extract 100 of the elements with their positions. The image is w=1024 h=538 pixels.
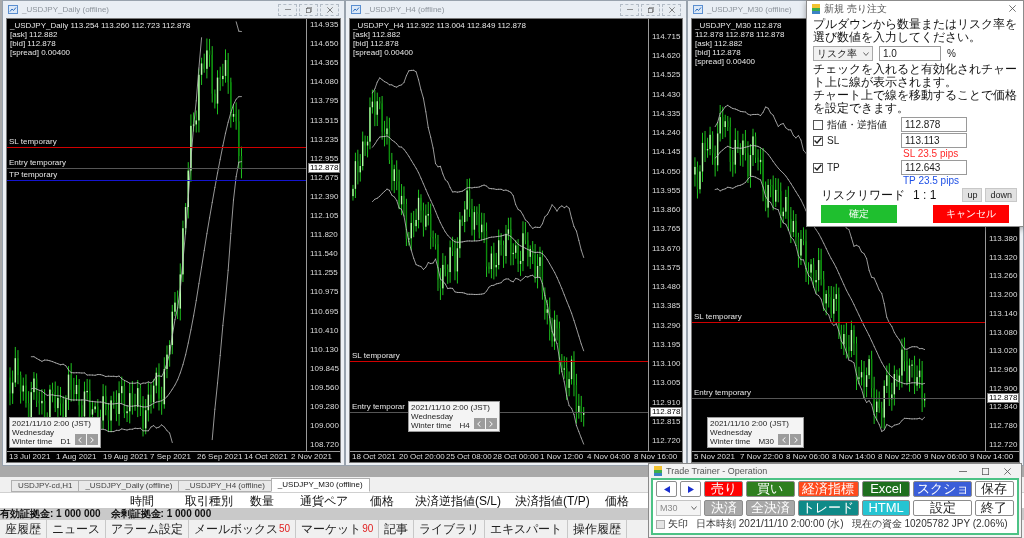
action-button[interactable]: 設定	[913, 500, 972, 516]
app-icon	[812, 3, 820, 14]
instruction-text: プルダウンから数量またはリスク率を選び数値を入力してください。	[813, 18, 1017, 44]
time-axis-label: 8 Nov 22:00	[878, 453, 922, 461]
chart-window-icon	[351, 5, 361, 14]
quote-text: [bid] 112.878	[695, 49, 742, 57]
chart-tab[interactable]: _USDJPY_Daily (offline)	[78, 480, 180, 492]
risk-mode-dropdown[interactable]: リスク率	[813, 46, 873, 61]
action-button[interactable]: 買い	[746, 481, 795, 497]
price-axis-label: 112.910	[652, 398, 681, 407]
close-button[interactable]	[1003, 467, 1011, 475]
checkbox-label: 矢印	[668, 518, 688, 530]
price-axis-label: 112.390	[310, 192, 339, 201]
time-text: 日本時刻 2021/11/10 2:00:00 (水)	[696, 518, 844, 530]
chart-tab[interactable]: _USDJPY_H4 (offline)	[178, 480, 272, 492]
price-axis-label: 113.005	[652, 379, 681, 388]
column-header: 取引種別	[185, 494, 233, 508]
price-axis-label: 114.430	[652, 90, 681, 99]
action-button[interactable]: スクショ	[913, 481, 972, 497]
cancel-button[interactable]: キャンセル	[933, 205, 1009, 223]
summary-text: 余剰証拠金: 1 000 000	[110, 508, 212, 520]
stop-loss-input[interactable]: 113.113	[901, 133, 967, 148]
close-button[interactable]	[320, 3, 339, 16]
price-axis-label: 113.575	[652, 263, 681, 272]
take-profit-input[interactable]: 112.643	[901, 160, 967, 175]
time-axis-label: 14 Oct 2021	[244, 453, 288, 461]
terminal-tab[interactable]: 記事	[379, 520, 415, 538]
chevron-left-icon	[78, 436, 83, 443]
price-axis-label: 114.365	[310, 59, 339, 68]
price-axis-label: 110.975	[310, 288, 339, 297]
close-icon	[668, 6, 675, 13]
checkbox[interactable]	[813, 135, 823, 146]
close-button[interactable]	[662, 3, 681, 16]
action-button[interactable]: 終了	[975, 500, 1014, 516]
terminal-tab[interactable]: メールボックス50	[189, 520, 297, 538]
time-axis-label: 1 Aug 2021	[56, 453, 97, 461]
terminal-tab[interactable]: マーケット 90	[296, 520, 380, 538]
maximize-icon	[981, 467, 989, 475]
terminal-tab[interactable]: エキスパート	[485, 520, 569, 538]
terminal-tab[interactable]: 座履歴	[0, 520, 47, 538]
column-header: 決済指値(T/P)	[515, 494, 590, 508]
window-title: _USDJPY_H4 (offline)	[365, 4, 445, 15]
price-axis-label: 113.385	[652, 302, 681, 311]
price-axis-label: 112.780	[989, 422, 1018, 430]
app-icon	[654, 466, 662, 476]
action-button[interactable]: トレード	[797, 500, 859, 516]
price-axis-label: 112.105	[310, 212, 339, 220]
risk-reward-value: 1 : 1	[913, 188, 937, 202]
checkbox[interactable]	[813, 119, 823, 130]
time-axis-label: 2 Nov 2021	[291, 453, 332, 461]
caret-icon	[863, 51, 869, 56]
window-title: _USDJPY_M30 (offline)	[707, 4, 792, 15]
unread-count-label: 90	[362, 523, 374, 535]
terminal-tab[interactable]: ニュース	[47, 520, 106, 538]
action-button[interactable]: 売り	[704, 481, 743, 497]
price-axis-label: 112.955	[310, 154, 339, 163]
next-button[interactable]	[680, 481, 701, 497]
risk-reward-label: リスクリワード	[821, 188, 905, 202]
weekday-text: Wednesday	[12, 428, 56, 437]
step-button[interactable]: down	[985, 188, 1017, 202]
minimize-button[interactable]	[278, 3, 297, 16]
timeframe-text: M30	[758, 437, 774, 446]
price-axis-label: 114.335	[652, 109, 681, 118]
limit-price-input[interactable]: 112.878	[901, 117, 967, 132]
amount-input[interactable]: 1.0	[879, 46, 941, 61]
price-axis-label: 113.235	[310, 135, 339, 144]
price-axis-label: 112.720	[989, 440, 1018, 449]
step-button[interactable]: up	[962, 188, 983, 202]
time-axis-label: 18 Oct 2021	[352, 453, 396, 461]
time-axis-label: 25 Oct 08:00	[446, 453, 492, 461]
time-axis-label: 8 Nov 14:00	[832, 453, 876, 461]
unit-text: %	[947, 47, 956, 60]
action-button[interactable]: Excel	[861, 481, 911, 497]
price-axis-label: 113.380	[989, 235, 1018, 243]
price-axis-label: 113.955	[652, 186, 681, 195]
restore-button[interactable]	[299, 3, 318, 16]
price-row-label: 指値・逆指値	[827, 118, 888, 131]
checkbox[interactable]	[813, 162, 823, 173]
terminal-tab[interactable]: アラーム設定	[106, 520, 189, 538]
minimize-button[interactable]	[620, 3, 639, 16]
price-axis-label: 113.670	[652, 244, 681, 253]
quote-text: [spread] 0.00400	[10, 49, 72, 57]
column-header: 数量	[250, 494, 274, 508]
terminal-tab[interactable]: ライブラリ	[414, 520, 486, 538]
close-button[interactable]	[1006, 2, 1018, 15]
price-axis-label: 113.480	[652, 283, 681, 292]
chart-tab[interactable]: _USDJPY_M30 (offline)	[270, 478, 370, 492]
previous-button[interactable]	[656, 481, 677, 497]
terminal-tab[interactable]: 操作履歴	[568, 520, 628, 538]
price-axis-label: 114.650	[310, 40, 339, 49]
chart-tab[interactable]: USDJPY-cd,H1	[11, 480, 80, 492]
date-text: 2021/11/10 2:00 (JST)	[12, 419, 92, 428]
maximize-button[interactable]	[981, 467, 989, 475]
restore-button[interactable]	[641, 3, 660, 16]
triangle-left-icon	[663, 485, 670, 493]
column-header: 価格	[605, 494, 629, 508]
checkbox[interactable]	[656, 519, 665, 529]
quote-text: [ask] 112.882	[695, 40, 744, 48]
action-button[interactable]: 保存	[975, 481, 1014, 497]
chart-header-text: _USDJPY_M30 112.878 112.878 112.878 112.878	[695, 21, 786, 39]
